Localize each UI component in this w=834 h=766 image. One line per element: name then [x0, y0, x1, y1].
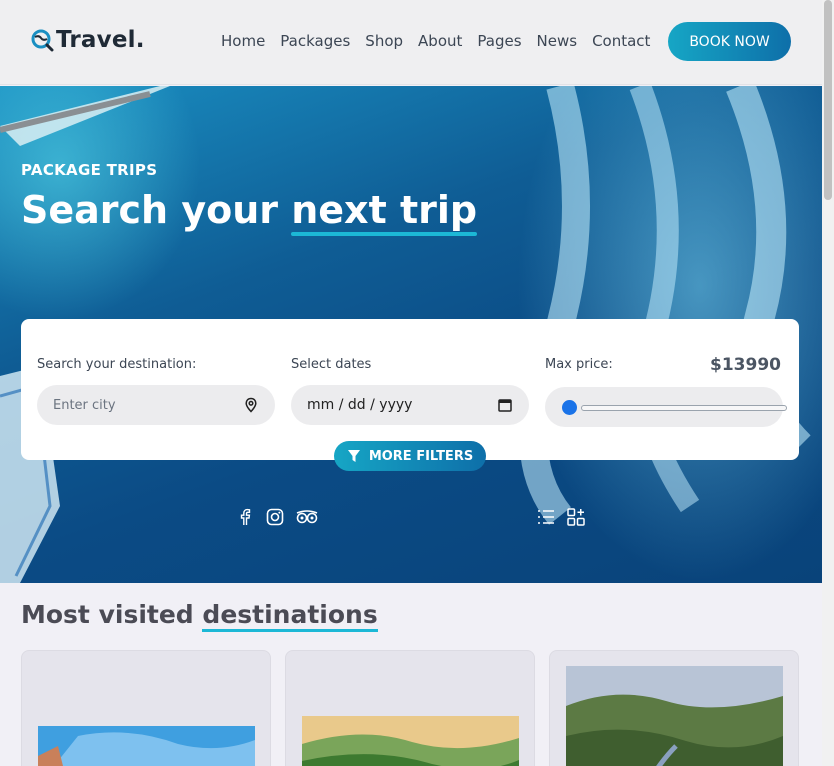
nav-home[interactable]: Home [221, 32, 265, 50]
site-header: Travel. Home Packages Shop About Pages N… [0, 0, 822, 85]
destination-card[interactable] [549, 650, 799, 766]
hero-banner: PACKAGE TRIPS Search your next trip Sear… [0, 86, 822, 583]
destinations-title: Most visited destinations [21, 600, 379, 632]
destinations-title-highlight: destinations [202, 600, 379, 632]
nav-news[interactable]: News [537, 32, 578, 50]
hero-kicker: PACKAGE TRIPS [21, 161, 158, 179]
list-view-icon[interactable] [537, 508, 555, 526]
facebook-icon[interactable] [236, 508, 254, 526]
calendar-icon[interactable] [497, 397, 513, 413]
map-pin-icon [245, 397, 257, 413]
page-scrollbar[interactable] [822, 0, 834, 766]
date-value: mm / dd / yyyy [307, 397, 413, 413]
nav-pages[interactable]: Pages [477, 32, 521, 50]
logo[interactable]: Travel. [30, 27, 145, 53]
nav-about[interactable]: About [418, 32, 462, 50]
logo-text: Travel. [56, 27, 145, 53]
date-input[interactable]: mm / dd / yyyy [291, 385, 529, 425]
price-slider-track[interactable] [581, 405, 787, 411]
main-nav: Home Packages Shop About Pages News Cont… [221, 32, 650, 50]
price-value: $13990 [710, 355, 781, 375]
globe-search-icon [31, 29, 54, 52]
tripadvisor-icon[interactable] [296, 508, 318, 526]
grid-view-icon[interactable] [567, 508, 585, 526]
destination-image-forest [566, 666, 783, 766]
social-links [236, 508, 318, 526]
destination-card[interactable] [285, 650, 535, 766]
hero-title-plain: Search your [21, 188, 292, 232]
hero-title: Search your next trip [21, 188, 478, 236]
destination-card[interactable] [21, 650, 271, 766]
destination-placeholder: Enter city [53, 397, 116, 413]
destination-input[interactable]: Enter city [37, 385, 275, 425]
search-form-card: Search your destination: Enter city Sele… [21, 319, 799, 460]
nav-contact[interactable]: Contact [592, 32, 650, 50]
instagram-icon[interactable] [266, 508, 284, 526]
destination-image-coast [38, 726, 255, 766]
dates-label: Select dates [291, 357, 372, 372]
scrollbar-thumb[interactable] [824, 0, 832, 200]
filter-icon [347, 450, 360, 462]
book-now-button[interactable]: BOOK NOW [668, 22, 791, 61]
price-label: Max price: [545, 357, 613, 372]
nav-packages[interactable]: Packages [280, 32, 350, 50]
nav-shop[interactable]: Shop [365, 32, 403, 50]
price-slider-thumb[interactable] [562, 400, 577, 415]
view-toggle [537, 508, 585, 526]
destination-label: Search your destination: [37, 357, 197, 372]
destinations-title-plain: Most visited [21, 600, 203, 629]
destination-image-mountains [302, 716, 519, 766]
more-filters-button[interactable]: MORE FILTERS [334, 441, 486, 471]
hero-title-highlight: next trip [291, 188, 478, 236]
more-filters-label: MORE FILTERS [368, 448, 474, 464]
